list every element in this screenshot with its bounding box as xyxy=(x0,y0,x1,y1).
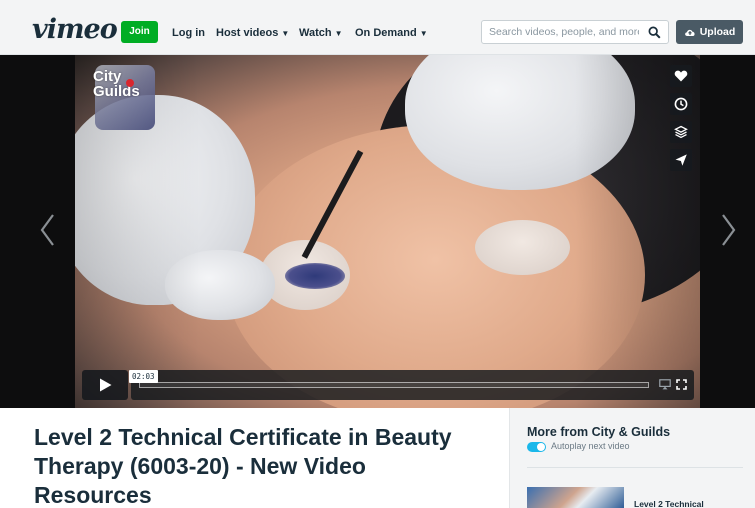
time-tooltip: 02:03 xyxy=(129,370,158,383)
heart-icon xyxy=(674,70,688,82)
more-from-sidebar: More from City & Guilds Autoplay next vi… xyxy=(509,408,755,508)
search-icon[interactable] xyxy=(648,26,661,39)
play-icon xyxy=(100,378,112,392)
like-button[interactable] xyxy=(670,65,692,87)
share-button[interactable] xyxy=(670,149,692,171)
upload-button[interactable]: Upload xyxy=(676,20,743,44)
video-frame[interactable]: City Guilds xyxy=(75,55,700,408)
scrub-bar xyxy=(131,370,694,400)
search-box xyxy=(481,20,669,44)
collections-button[interactable] xyxy=(670,121,692,143)
autoplay-toggle[interactable] xyxy=(527,442,546,452)
clock-icon xyxy=(674,97,688,111)
upload-label: Upload xyxy=(699,26,736,38)
chevron-down-icon: ▼ xyxy=(281,29,290,38)
watermark-dot xyxy=(126,79,134,87)
search-input[interactable] xyxy=(489,21,639,43)
layers-icon xyxy=(674,125,688,139)
fullscreen-icon[interactable] xyxy=(676,379,687,390)
player-controls xyxy=(82,370,694,400)
previous-video-arrow-icon[interactable] xyxy=(38,210,58,250)
vignette xyxy=(75,55,700,408)
watch-menu[interactable]: Watch ▼ xyxy=(299,27,343,39)
next-video-title[interactable]: Level 2 Technical xyxy=(634,499,704,508)
host-videos-label: Host videos xyxy=(216,27,279,39)
play-button[interactable] xyxy=(82,370,128,400)
chevron-down-icon: ▼ xyxy=(419,29,428,38)
progress-track[interactable] xyxy=(139,382,649,388)
login-label: Log in xyxy=(172,27,205,39)
join-button[interactable]: Join xyxy=(121,21,158,43)
video-title: Level 2 Technical Certificate in Beauty … xyxy=(34,424,452,508)
autoplay-label: Autoplay next video xyxy=(551,441,630,451)
watch-later-button[interactable] xyxy=(670,93,692,115)
airplay-icon[interactable] xyxy=(659,379,671,390)
chevron-down-icon: ▼ xyxy=(334,29,343,38)
top-navigation: vimeo Join Log in Host videos ▼ Watch ▼ On… xyxy=(0,0,755,55)
next-video-arrow-icon[interactable] xyxy=(718,210,738,250)
next-video-thumbnail[interactable] xyxy=(527,487,624,508)
host-videos-menu[interactable]: Host videos ▼ xyxy=(216,27,289,39)
send-icon xyxy=(675,154,687,166)
video-player[interactable]: City Guilds xyxy=(0,55,755,408)
watermark-line-2: Guilds xyxy=(93,83,140,100)
on-demand-menu[interactable]: On Demand ▼ xyxy=(355,27,428,39)
vimeo-logo[interactable]: vimeo xyxy=(32,14,118,45)
more-from-heading[interactable]: More from City & Guilds xyxy=(527,425,670,439)
on-demand-label: On Demand xyxy=(355,27,417,39)
watch-label: Watch xyxy=(299,27,332,39)
cloud-upload-icon xyxy=(684,29,695,36)
login-link[interactable]: Log in xyxy=(172,27,205,39)
sidebar-divider xyxy=(527,467,743,468)
